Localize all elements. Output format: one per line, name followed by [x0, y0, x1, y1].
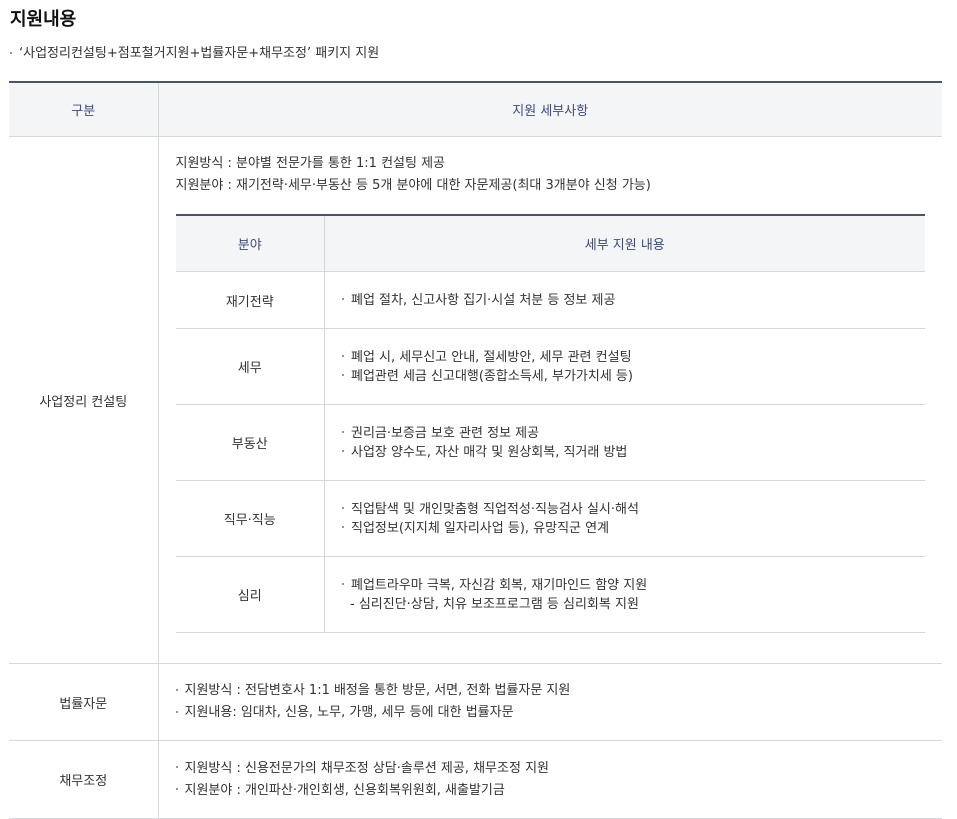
support-table: 구분 지원 세부사항 사업정리 컨설팅 지원방식 : 분야별 전문가를 통한 1… [9, 81, 942, 819]
field-details: 폐업 시, 세무신고 안내, 절세방안, 세무 관련 컨설팅 폐업관련 세금 신… [324, 328, 925, 405]
support-table-header: 구분 지원 세부사항 [9, 82, 942, 137]
field-details: 폐업 절차, 신고사항 집기·시설 처분 등 정보 제공 [324, 271, 925, 329]
bullet-dot-icon [342, 526, 344, 528]
header-category: 구분 [9, 82, 159, 137]
bullet-dot-icon [342, 507, 344, 509]
bullet-dot-icon [342, 583, 344, 585]
header-field: 분야 [175, 215, 325, 272]
bullet-dot-icon [342, 374, 344, 376]
consulting-method: 지원방식 : 분야별 전문가를 통한 1:1 컨설팅 제공 [175, 156, 446, 171]
intro-label: ‘사업정리컨설팅+점포철거지원+법률자문+채무조정’ 패키지 지원 [19, 46, 380, 61]
field-name: 직무·직능 [175, 480, 325, 557]
row-debt: 채무조정 지원방식 : 신용전문가의 채무조정 상담·솔루션 제공, 채무조정 … [9, 740, 942, 819]
bullet-dot-icon [10, 51, 12, 54]
bullet-dot-icon [342, 431, 344, 433]
consulting-fields: 지원분야 : 재기전략·세무·부동산 등 5개 분야에 대한 자문제공(최대 3… [175, 178, 651, 193]
bullet-dot-icon [342, 298, 344, 300]
row-legal: 법률자문 지원방식 : 전담변호사 1:1 배정을 통한 방문, 서면, 전화 … [9, 663, 942, 741]
field-name: 재기전략 [175, 271, 325, 329]
field-name: 심리 [175, 556, 325, 633]
debt-content: 지원방식 : 신용전문가의 채무조정 상담·솔루션 제공, 채무조정 지원 지원… [158, 740, 942, 819]
header-field-details: 세부 지원 내용 [324, 215, 925, 272]
table-row: 세무 폐업 시, 세무신고 안내, 절세방안, 세무 관련 컨설팅 폐업관련 세… [175, 328, 925, 405]
legal-line: 지원내용: 임대차, 신용, 노무, 가맹, 세무 등에 대한 법률자문 [184, 705, 514, 720]
debt-line: 지원방식 : 신용전문가의 채무조정 상담·솔루션 제공, 채무조정 지원 [184, 760, 550, 776]
table-row: 재기전략 폐업 절차, 신고사항 집기·시설 처분 등 정보 제공 [175, 271, 925, 329]
bullet-dot-icon [175, 766, 178, 768]
field-name: 세무 [175, 328, 325, 405]
detail-line: 사업장 양수도, 자산 매각 및 원상회복, 직거래 방법 [351, 444, 628, 460]
bullet-dot-icon [342, 355, 344, 357]
detail-line: 직업탐색 및 개인맞춤형 직업적성·직능검사 실시·해석 [351, 501, 639, 517]
intro-text: ‘사업정리컨설팅+점포철거지원+법률자문+채무조정’ 패키지 지원 [10, 42, 379, 61]
bullet-dot-icon [175, 788, 178, 790]
detail-subline: - 심리진단·상담, 치유 보조프로그램 등 심리회복 지원 [350, 596, 639, 612]
table-row: 직무·직능 직업탐색 및 개인맞춤형 직업적성·직능검사 실시·해석 직업정보(… [175, 480, 925, 557]
detail-line: 폐업 시, 세무신고 안내, 절세방안, 세무 관련 컨설팅 [351, 349, 632, 365]
legal-label: 법률자문 [9, 663, 159, 741]
debt-label: 채무조정 [9, 740, 159, 819]
bullet-dot-icon [175, 688, 178, 691]
table-row: 심리 폐업트라우마 극복, 자신감 회복, 재기마인드 함양 지원 - 심리진단… [175, 556, 925, 633]
field-name: 부동산 [175, 404, 325, 481]
legal-line: 지원방식 : 전담변호사 1:1 배정을 통한 방문, 서면, 전화 법률자문 … [184, 683, 571, 698]
debt-line: 지원분야 : 개인파산·개인회생, 신용회복위원회, 새출발기금 [184, 782, 505, 798]
bullet-dot-icon [342, 450, 344, 452]
legal-content: 지원방식 : 전담변호사 1:1 배정을 통한 방문, 서면, 전화 법률자문 … [158, 663, 942, 741]
detail-line: 폐업 절차, 신고사항 집기·시설 처분 등 정보 제공 [351, 292, 616, 308]
detail-line: 직업정보(지지체 일자리사업 등), 유망직군 연계 [351, 520, 610, 536]
field-details: 폐업트라우마 극복, 자신감 회복, 재기마인드 함양 지원 - 심리진단·상담… [324, 556, 925, 633]
row-consulting: 사업정리 컨설팅 지원방식 : 분야별 전문가를 통한 1:1 컨설팅 제공 지… [9, 136, 942, 664]
page-title: 지원내용 [10, 9, 77, 30]
consulting-field-table: 분야 세부 지원 내용 재기전략 폐업 절차, 신고사항 집기·시설 처분 등 … [175, 214, 925, 633]
consulting-label: 사업정리 컨설팅 [9, 136, 159, 664]
consulting-content: 지원방식 : 분야별 전문가를 통한 1:1 컨설팅 제공 지원분야 : 재기전… [158, 136, 942, 664]
detail-line: 권리금·보증금 보호 관련 정보 제공 [351, 425, 540, 441]
header-details: 지원 세부사항 [158, 82, 942, 137]
field-details: 권리금·보증금 보호 관련 정보 제공 사업장 양수도, 자산 매각 및 원상회… [324, 404, 925, 481]
bullet-dot-icon [175, 710, 178, 713]
detail-line: 폐업트라우마 극복, 자신감 회복, 재기마인드 함양 지원 [351, 577, 648, 593]
field-details: 직업탐색 및 개인맞춤형 직업적성·직능검사 실시·해석 직업정보(지지체 일자… [324, 480, 925, 557]
table-row: 부동산 권리금·보증금 보호 관련 정보 제공 사업장 양수도, 자산 매각 및… [175, 404, 925, 481]
detail-line: 폐업관련 세금 신고대행(종합소득세, 부가가치세 등) [351, 368, 633, 384]
field-table-header: 분야 세부 지원 내용 [175, 215, 925, 272]
